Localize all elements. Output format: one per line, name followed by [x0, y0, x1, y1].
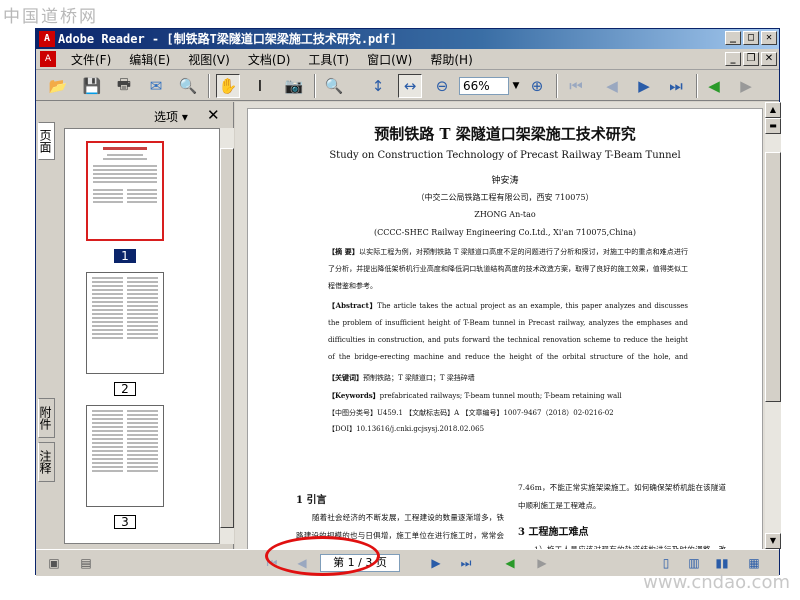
menu-edit[interactable]: 编辑(E): [120, 51, 179, 68]
last-page-icon[interactable]: ⏭: [664, 74, 688, 98]
zoom-in-icon[interactable]: ⊕: [525, 74, 549, 98]
keywords-cn: 【关键词】预制铁路；T 梁隧道口；T 梁挡碎墙: [328, 373, 475, 382]
page-number-2[interactable]: 2: [114, 382, 136, 396]
maximize-button[interactable]: □: [743, 31, 759, 45]
page-number-1[interactable]: 1: [114, 249, 136, 263]
chevron-down-icon[interactable]: ▼: [509, 77, 523, 95]
abstract-cn: 【摘 要】以实际工程为例，对预制铁路 T 梁隧道口高度不足的问题进行了分析和探讨…: [328, 247, 688, 290]
scroll-thumb[interactable]: [765, 152, 781, 402]
document-icon: A: [40, 51, 56, 67]
menu-window[interactable]: 窗口(W): [358, 51, 421, 68]
scroll-up-arrow[interactable]: ▲: [765, 102, 781, 118]
options-menu[interactable]: 选项 ▾: [154, 108, 188, 125]
fit-width-icon[interactable]: ↔: [398, 74, 422, 98]
author-en: ZHONG An-tao: [474, 210, 536, 219]
last-page-button[interactable]: ⏭: [456, 554, 476, 572]
menu-document[interactable]: 文档(D): [239, 51, 300, 68]
previous-page-icon[interactable]: ◀: [600, 74, 624, 98]
zoom-input[interactable]: 66%: [459, 77, 509, 95]
red-annotation-circle: [265, 536, 380, 576]
page-thumbnail-2[interactable]: [86, 272, 164, 374]
minimize-button[interactable]: _: [725, 31, 741, 45]
back-button[interactable]: ◀: [500, 554, 520, 572]
section-3-title: 3 工程施工难点: [518, 527, 589, 538]
classification-info: 【中图分类号】U459.1 【文献标志码】A 【文章编号】1007-9467（2…: [328, 409, 614, 417]
page-thumbnail-1[interactable]: [86, 141, 164, 241]
paper-title-en: Study on Construction Technology of Prec…: [329, 150, 681, 161]
section-3-text: 1）施工人员应该对现有的轨道结构进行及时的调整，改善轨道失衡现象的出现，由于现有…: [518, 541, 726, 549]
tab-pages[interactable]: 页面: [38, 122, 55, 160]
save-icon[interactable]: 💾: [80, 74, 104, 98]
zoom-out-icon[interactable]: ⊖: [430, 74, 454, 98]
title-bar[interactable]: A Adobe Reader - [制铁路T梁隧道口架梁施工技术研究.pdf] …: [36, 29, 779, 49]
layout-icon[interactable]: ▤: [76, 554, 96, 572]
single-page-icon[interactable]: ▯: [656, 554, 676, 572]
abstract-en: 【Abstract】The article takes the actual p…: [328, 301, 688, 361]
close-button[interactable]: ✕: [761, 31, 777, 45]
side-tabs: 页面 附件 注释: [36, 102, 56, 549]
doi: 【DOI】10.13616/j.cnki.gcjsysj.2018.02.065: [328, 425, 485, 433]
scroll-down-arrow[interactable]: ▼: [765, 533, 781, 549]
watermark-bottom: www.cndao.com: [643, 572, 790, 593]
keywords-en: 【Keywords】prefabricated railways; T-beam…: [328, 391, 622, 400]
page-thumbnail-3[interactable]: [86, 405, 164, 507]
page-size-icon[interactable]: ▣: [44, 554, 64, 572]
forward-button[interactable]: ▶: [532, 554, 552, 572]
thumbnail-scrollbar[interactable]: [220, 128, 234, 544]
next-page-button[interactable]: ▶: [426, 554, 446, 572]
adobe-reader-icon: A: [39, 31, 55, 47]
menu-tools[interactable]: 工具(T): [299, 51, 358, 68]
facing-icon[interactable]: ▮▮: [712, 554, 732, 572]
menu-help[interactable]: 帮助(H): [421, 51, 481, 68]
document-view[interactable]: 预制铁路 T 梁隧道口架梁施工技术研究 Study on Constructio…: [235, 102, 765, 549]
thumbnail-list: 1 2 3: [64, 128, 220, 544]
toolbar: 📂 💾 🖶 ✉ 🔍 ✋ I 📷 🔍 ↕ ↔ ⊖ 66% ▼ ⊕ ⏮ ◀ ▶ ⏭ …: [36, 71, 779, 101]
doc-close-button[interactable]: ✕: [761, 52, 777, 66]
email-icon[interactable]: ✉: [144, 74, 168, 98]
search-icon[interactable]: 🔍: [176, 74, 200, 98]
page-number-3[interactable]: 3: [114, 515, 136, 529]
window-title: Adobe Reader - [制铁路T梁隧道口架梁施工技术研究.pdf]: [58, 32, 397, 46]
tab-attachments[interactable]: 附件: [38, 398, 55, 438]
print-icon[interactable]: 🖶: [112, 74, 136, 98]
close-icon[interactable]: ✕: [207, 106, 220, 124]
forward-icon[interactable]: ▶: [734, 74, 758, 98]
watermark-top: 中国道桥网: [3, 7, 98, 27]
open-icon[interactable]: 📂: [46, 74, 70, 98]
actual-size-icon[interactable]: ↕: [366, 74, 390, 98]
doc-restore-button[interactable]: ❐: [743, 52, 759, 66]
hand-tool-icon[interactable]: ✋: [216, 74, 240, 98]
select-text-icon[interactable]: I: [248, 74, 272, 98]
menu-file[interactable]: 文件(F): [62, 51, 120, 68]
paper-title-cn: 预制铁路 T 梁隧道口架梁施工技术研究: [374, 125, 636, 143]
zoom-in-tool-icon[interactable]: 🔍: [322, 74, 346, 98]
author-cn: 钟安涛: [491, 176, 519, 186]
document-scrollbar[interactable]: ▲ ▬ ▼: [765, 102, 781, 549]
pdf-page: 预制铁路 T 梁隧道口架梁施工技术研究 Study on Constructio…: [247, 108, 763, 549]
snapshot-icon[interactable]: 📷: [282, 74, 306, 98]
page-thumbnails-panel: 选项 ▾ ✕ 1 2 3: [56, 102, 234, 549]
affiliation-en: (CCCC-SHEC Railway Engineering Co.Ltd., …: [373, 228, 637, 237]
app-window: A Adobe Reader - [制铁路T梁隧道口架梁施工技术研究.pdf] …: [35, 28, 781, 576]
menu-bar: A 文件(F) 编辑(E) 视图(V) 文档(D) 工具(T) 窗口(W) 帮助…: [36, 49, 779, 70]
affiliation-cn: （中交二公局铁路工程有限公司，西安 710075）: [416, 193, 594, 202]
continuous-facing-icon[interactable]: ▦: [744, 554, 764, 572]
split-handle[interactable]: ▬: [765, 118, 781, 134]
first-page-icon[interactable]: ⏮: [564, 74, 588, 98]
doc-minimize-button[interactable]: _: [725, 52, 741, 66]
next-page-icon[interactable]: ▶: [632, 74, 656, 98]
section-1-title: 1 引言: [296, 495, 327, 506]
column-2-text: 7.46m，不能正常实施架梁施工。如何确保架桥机能在该隧道中顺利施工是工程难点。: [518, 483, 726, 510]
continuous-icon[interactable]: ▥: [684, 554, 704, 572]
menu-view[interactable]: 视图(V): [179, 51, 239, 68]
tab-annotations[interactable]: 注释: [38, 442, 55, 482]
back-icon[interactable]: ◀: [702, 74, 726, 98]
